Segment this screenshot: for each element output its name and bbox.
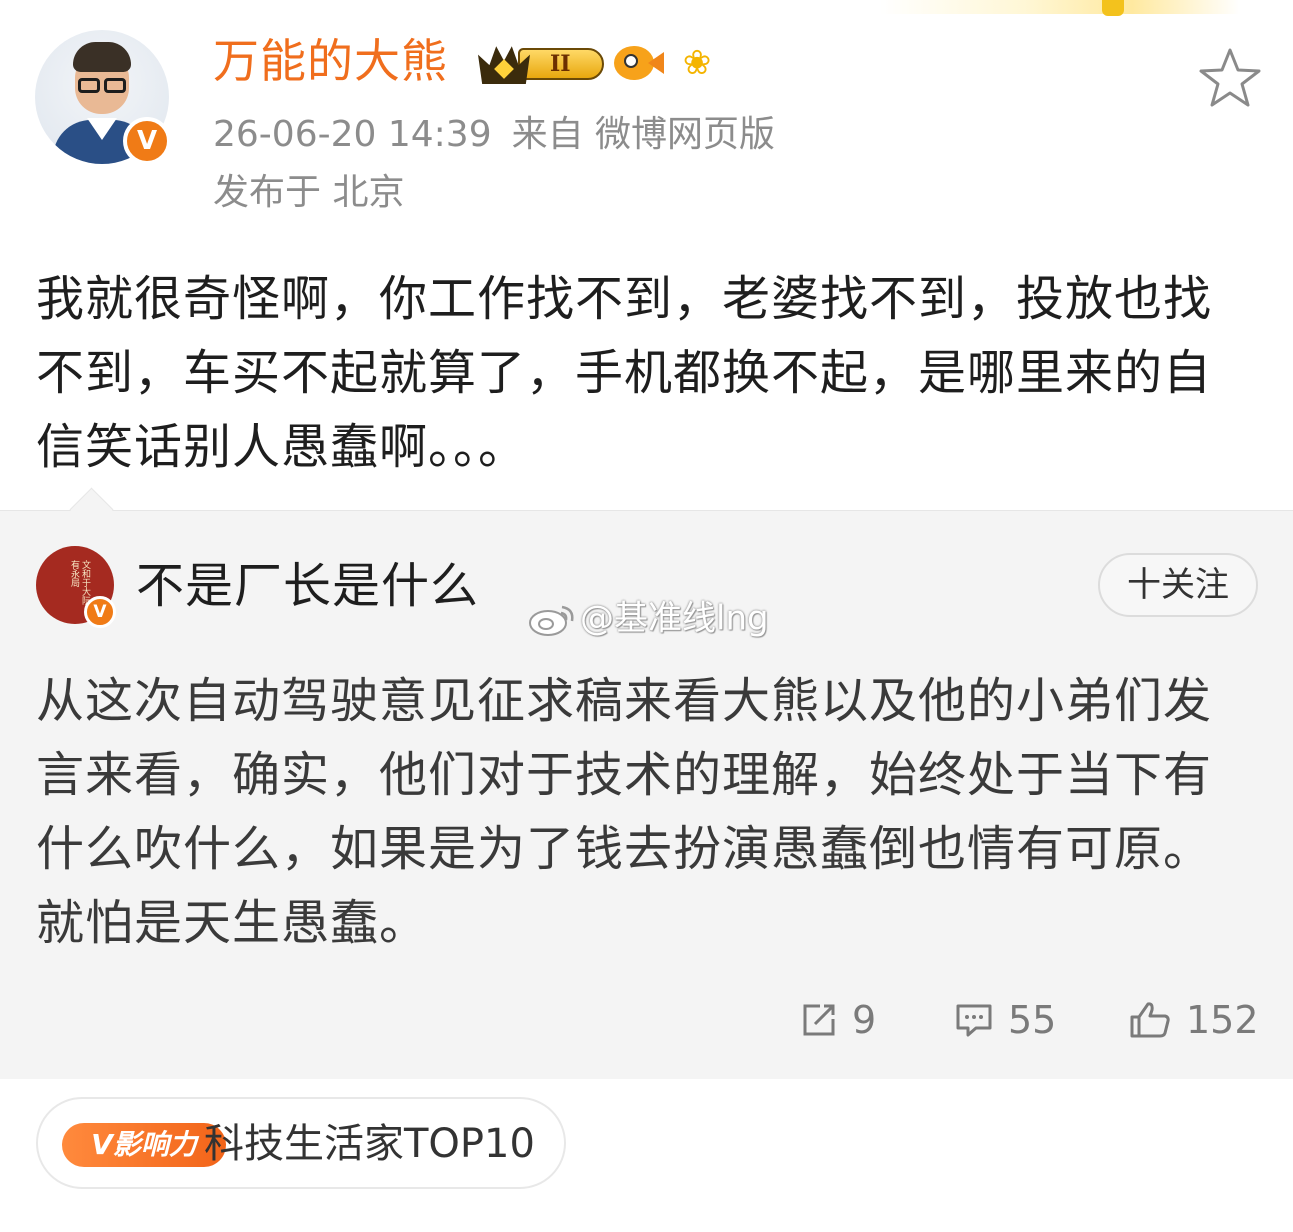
- watermark: @基准线lng: [528, 594, 769, 640]
- influence-badge: V影响力: [62, 1123, 226, 1167]
- post-source[interactable]: 来自 微博网页版: [512, 114, 775, 155]
- fish-icon[interactable]: [614, 42, 664, 82]
- like-icon: [1130, 1001, 1170, 1037]
- comment-button[interactable]: 55: [954, 992, 1056, 1042]
- post-meta: 26-06-20 14:39 来自 微博网页版: [213, 110, 775, 160]
- avatar-seal: 文和于大阮有永局: [69, 560, 90, 605]
- influence-label: 科技生活家TOP10: [204, 1121, 535, 1167]
- verified-badge: V: [123, 117, 171, 165]
- follow-button[interactable]: 十关注: [1098, 553, 1258, 617]
- post-text: 我就很奇怪啊，你工作找不到，老婆找不到，投放也找不到，车买不起就算了，手机都换不…: [36, 271, 1213, 475]
- crown-icon[interactable]: II: [478, 40, 606, 86]
- author-name[interactable]: 万能的大熊: [213, 30, 448, 92]
- like-count: 152: [1186, 997, 1259, 1042]
- level-badge: II: [518, 48, 604, 80]
- top-decoration: [880, 0, 1240, 16]
- quoted-verified-badge: V: [84, 596, 116, 628]
- comment-icon: [956, 1004, 992, 1036]
- watermark-text: @基准线lng: [580, 598, 769, 639]
- weibo-logo-icon: [529, 605, 574, 636]
- favorite-star-icon[interactable]: [1198, 46, 1262, 110]
- flower-icon[interactable]: ❀: [676, 42, 718, 84]
- repost-button[interactable]: 9: [800, 992, 876, 1042]
- quoted-text: 从这次自动驾驶意见征求稿来看大熊以及他的小弟们发言来看，确实，他们对于技术的理解…: [36, 673, 1213, 951]
- quoted-author-name[interactable]: 不是厂长是什么: [136, 554, 479, 618]
- post-location: 发布于 北京: [213, 172, 405, 213]
- comment-count: 55: [1008, 997, 1057, 1042]
- like-button[interactable]: 152: [1128, 992, 1259, 1042]
- post-timestamp: 26-06-20 14:39: [213, 114, 492, 155]
- repost-icon: [803, 1004, 835, 1035]
- influence-tag[interactable]: V影响力 科技生活家TOP10: [36, 1097, 566, 1189]
- repost-count: 9: [852, 997, 877, 1042]
